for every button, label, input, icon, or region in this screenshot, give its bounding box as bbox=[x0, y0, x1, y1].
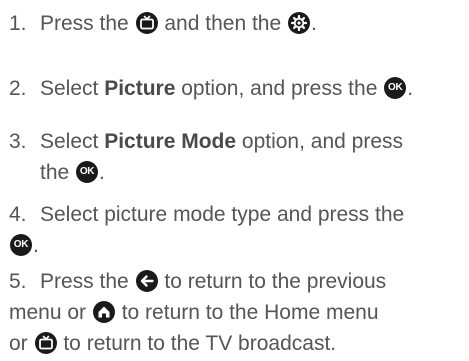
home-icon bbox=[92, 301, 115, 323]
step-line: the OK. bbox=[40, 157, 464, 188]
text-segment: option, and press bbox=[236, 130, 404, 153]
step-line: Press the to return to the previous bbox=[40, 266, 464, 297]
text-segment: menu or bbox=[9, 301, 92, 324]
ok-icon-label: OK bbox=[79, 166, 95, 177]
ok-icon-label: OK bbox=[13, 239, 29, 250]
text-segment: . bbox=[407, 77, 414, 100]
ok-icon: OK bbox=[10, 234, 32, 256]
step-number: 5. bbox=[9, 270, 27, 293]
text-segment: Select picture mode type and press the bbox=[40, 203, 405, 226]
tv-icon bbox=[34, 332, 57, 354]
text-segment: . bbox=[99, 161, 105, 184]
step-text: Select picture mode type and press the bbox=[40, 199, 464, 230]
ok-icon-label: OK bbox=[388, 82, 403, 93]
text-segment: Press the bbox=[40, 12, 135, 35]
text-segment: or bbox=[9, 332, 34, 355]
step-line: menu or to return to the Home menu bbox=[9, 297, 379, 328]
text-segment: Select bbox=[40, 77, 105, 100]
step-number: 3. bbox=[9, 130, 27, 153]
step-line: Select Picture Mode option, and press bbox=[40, 126, 464, 157]
step-text: Press the and then the . bbox=[40, 8, 464, 39]
step-line: Select Picture option, and press the OK. bbox=[40, 73, 464, 104]
step-number: 2. bbox=[9, 77, 27, 100]
text-segment: . bbox=[33, 234, 39, 257]
gear-icon bbox=[288, 12, 310, 34]
step-text: Select Picture Mode option, and press th… bbox=[40, 126, 464, 188]
step-line: Select picture mode type and press the bbox=[40, 199, 464, 230]
step-number: 4. bbox=[9, 203, 27, 226]
back-arrow-icon bbox=[135, 270, 158, 292]
text-segment: Press the bbox=[40, 270, 135, 293]
text-segment: and then the bbox=[158, 12, 287, 35]
instruction-list: 1. Press the and then the . 2. Select Pi… bbox=[0, 0, 469, 361]
step-number: 1. bbox=[9, 12, 27, 35]
menu-option-name: Picture Mode bbox=[104, 130, 237, 153]
step-text: Press the to return to the previous bbox=[40, 266, 464, 297]
step-line: OK. bbox=[9, 230, 39, 261]
text-segment: the bbox=[40, 161, 76, 184]
text-segment: . bbox=[311, 12, 317, 35]
step-line: Press the and then the . bbox=[40, 8, 464, 39]
text-segment: to return to the TV broadcast. bbox=[57, 332, 337, 355]
text-segment: to return to the previous bbox=[158, 270, 387, 293]
tv-icon bbox=[135, 12, 158, 34]
ok-icon: OK bbox=[384, 77, 407, 99]
ok-icon: OK bbox=[76, 161, 99, 183]
step-line: or to return to the TV broadcast. bbox=[9, 328, 336, 359]
text-segment: option, and press the bbox=[175, 77, 384, 100]
step-text: Select Picture option, and press the OK. bbox=[40, 73, 464, 104]
menu-option-name: Picture bbox=[104, 77, 176, 100]
text-segment: to return to the Home menu bbox=[115, 301, 379, 324]
text-segment: Select bbox=[40, 130, 105, 153]
